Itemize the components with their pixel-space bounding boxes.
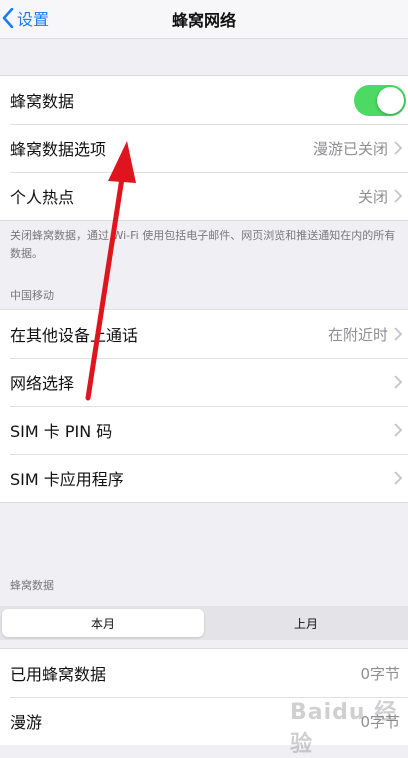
- nav-bar: 设置 蜂窝网络: [0, 0, 408, 39]
- segment-last-month[interactable]: 上月: [206, 609, 406, 637]
- row-label: SIM 卡应用程序: [10, 470, 124, 489]
- section-header-carrier: 中国移动: [10, 289, 54, 302]
- chevron-right-icon: [394, 189, 402, 203]
- section-header-usage: 蜂窝数据: [10, 579, 54, 592]
- segment-this-month[interactable]: 本月: [2, 609, 204, 637]
- row-label: 漫游: [10, 713, 43, 732]
- row-cellular-data-options[interactable]: 蜂窝数据选项 漫游已关闭: [0, 124, 408, 172]
- row-label: 个人热点: [10, 188, 75, 207]
- carrier-settings-group: 在其他设备上通话 在附近时 网络选择 SIM 卡 PIN 码 SIM 卡应用程序: [0, 309, 408, 503]
- row-value: 在附近时: [327, 325, 388, 344]
- row-value: 关闭: [357, 187, 388, 206]
- row-sim-applications[interactable]: SIM 卡应用程序: [0, 454, 408, 502]
- row-value: 0字节: [360, 664, 400, 683]
- chevron-right-icon: [394, 327, 402, 341]
- cellular-settings-group: 蜂窝数据 蜂窝数据选项 漫游已关闭 个人热点 关闭: [0, 75, 408, 221]
- page-title: 蜂窝网络: [171, 11, 236, 30]
- row-label: 蜂窝数据选项: [10, 140, 107, 159]
- row-value: 漫游已关闭: [312, 139, 388, 158]
- row-label: SIM 卡 PIN 码: [10, 422, 113, 441]
- period-segmented-control: 本月 上月: [0, 606, 408, 640]
- row-cellular-data-used: 已用蜂窝数据 0字节: [0, 649, 408, 697]
- footer-note: 关闭蜂窝数据，通过 Wi-Fi 使用包括电子邮件、网页浏览和推送通知在内的所有数…: [10, 229, 396, 260]
- row-label: 已用蜂窝数据: [10, 665, 107, 684]
- baidu-watermark: Baidu 经验: [290, 700, 398, 757]
- row-cellular-data: 蜂窝数据: [0, 76, 408, 124]
- row-label: 蜂窝数据: [10, 92, 75, 111]
- chevron-right-icon: [394, 423, 402, 437]
- cellular-data-toggle[interactable]: [354, 84, 406, 116]
- row-network-selection[interactable]: 网络选择: [0, 358, 408, 406]
- chevron-right-icon: [394, 471, 402, 485]
- toggle-knob: [377, 86, 404, 114]
- row-calls-on-other-devices[interactable]: 在其他设备上通话 在附近时: [0, 310, 408, 358]
- row-label: 在其他设备上通话: [10, 326, 139, 345]
- row-label: 网络选择: [10, 374, 75, 393]
- chevron-right-icon: [394, 375, 402, 389]
- row-sim-pin[interactable]: SIM 卡 PIN 码: [0, 406, 408, 454]
- row-personal-hotspot[interactable]: 个人热点 关闭: [0, 172, 408, 220]
- chevron-right-icon: [394, 141, 402, 155]
